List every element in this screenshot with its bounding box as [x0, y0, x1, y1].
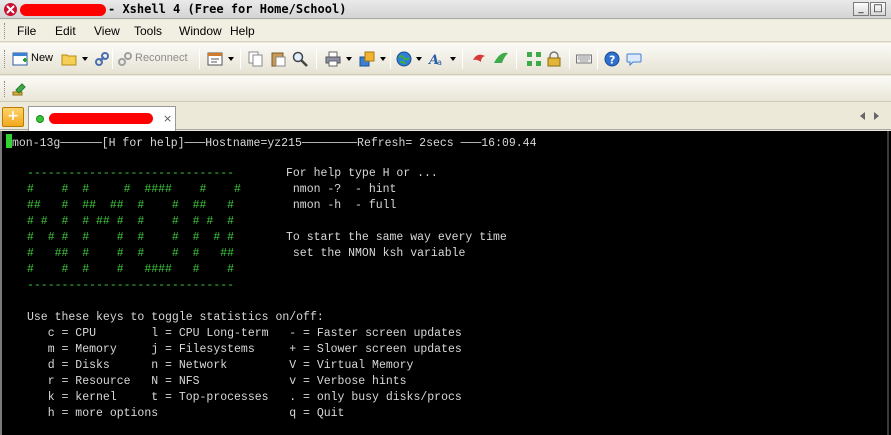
- session-tab[interactable]: ×: [28, 106, 176, 131]
- globe-icon[interactable]: [396, 51, 412, 67]
- new-button[interactable]: New: [31, 52, 53, 64]
- nmon-header-text: mon-13g──────[H for help]───Hostname=yz2…: [12, 137, 537, 150]
- minimize-button[interactable]: _: [853, 2, 869, 16]
- banner-line: # ## # # # # # ##: [27, 247, 235, 260]
- reconnect-icon: [118, 52, 132, 66]
- xshell-window: - Xshell 4 (Free for Home/School) _ □ Fi…: [0, 0, 891, 435]
- transfer-icon[interactable]: [359, 51, 375, 67]
- open-dropdown-caret[interactable]: [82, 57, 88, 61]
- banner-line: # # # # #### # #: [27, 183, 241, 196]
- key-row: d = Disks n = Network V = Virtual Memory: [27, 359, 414, 372]
- keys-title: Use these keys to toggle statistics on/o…: [27, 311, 324, 324]
- quick-command-bar: [0, 76, 891, 102]
- properties-icon[interactable]: [207, 51, 223, 67]
- nmon-header: mon-13g──────[H for help]───Hostname=yz2…: [6, 134, 537, 150]
- open-folder-icon[interactable]: [61, 51, 77, 67]
- toolbar-separator: [390, 49, 391, 69]
- toolbar-separator: [199, 49, 200, 69]
- banner-rule-top: ------------------------------: [27, 167, 235, 180]
- chat-bubble-icon[interactable]: [626, 51, 642, 67]
- svg-text:a: a: [437, 58, 442, 67]
- session-tab-bar: + ×: [0, 103, 891, 131]
- reconnect-button[interactable]: Reconnect: [135, 52, 188, 64]
- banner-line: # # # # # # # # # #: [27, 231, 235, 244]
- toolbar-separator: [516, 49, 517, 69]
- xftp-icon[interactable]: [471, 51, 487, 67]
- transfer-dropdown-caret[interactable]: [380, 57, 386, 61]
- banner-line: # # # # ## # # # # # #: [27, 215, 235, 228]
- connected-status-icon: [36, 115, 44, 123]
- menu-edit[interactable]: Edit: [55, 24, 76, 38]
- help-line: nmon -? - hint: [286, 183, 397, 196]
- terminal-scrollbar[interactable]: [887, 131, 889, 435]
- compose-icon[interactable]: [493, 51, 509, 67]
- print-dropdown-caret[interactable]: [346, 57, 352, 61]
- keyboard-icon[interactable]: [576, 51, 592, 67]
- font-dropdown-caret[interactable]: [450, 57, 456, 61]
- menu-bar: File Edit View Tools Window Help: [0, 20, 891, 42]
- menu-file[interactable]: File: [17, 24, 36, 38]
- tab-scroll-right-icon[interactable]: [874, 112, 879, 120]
- menu-help[interactable]: Help: [230, 24, 255, 38]
- toolbar-separator: [462, 49, 463, 69]
- toolbar-separator: [112, 49, 113, 69]
- toolbar-separator: [240, 49, 241, 69]
- redacted-tab-title: [49, 113, 153, 124]
- banner-line: ## # ## ## # # ## #: [27, 199, 235, 212]
- fullscreen-icon[interactable]: [526, 51, 542, 67]
- globe-dropdown-caret[interactable]: [416, 57, 422, 61]
- paste-icon[interactable]: [270, 51, 286, 67]
- banner-line: # # # # #### # #: [27, 263, 235, 276]
- help-line: For help type H or ...: [286, 167, 438, 180]
- key-row: m = Memory j = Filesystems + = Slower sc…: [27, 343, 462, 356]
- menu-tools[interactable]: Tools: [134, 24, 162, 38]
- help-icon[interactable]: ?: [604, 51, 620, 67]
- redacted-session-name: [20, 4, 106, 16]
- tab-scroll-left-icon[interactable]: [860, 112, 865, 120]
- add-tab-button[interactable]: +: [2, 107, 24, 127]
- toolbar-separator: [569, 49, 570, 69]
- title-bar: - Xshell 4 (Free for Home/School) _ □: [0, 0, 891, 19]
- key-row: c = CPU l = CPU Long-term - = Faster scr…: [27, 327, 462, 340]
- bar-grip: [4, 81, 7, 97]
- font-icon[interactable]: A a: [428, 51, 444, 67]
- svg-text:?: ?: [609, 54, 615, 67]
- new-session-icon[interactable]: [12, 51, 28, 67]
- menu-view[interactable]: View: [94, 24, 120, 38]
- xshell-app-icon: [4, 3, 17, 16]
- toolbar-separator: [316, 49, 317, 69]
- properties-dropdown-caret[interactable]: [228, 57, 234, 61]
- key-row: r = Resource N = NFS v = Verbose hints: [27, 375, 407, 388]
- terminal-area[interactable]: mon-13g──────[H for help]───Hostname=yz2…: [0, 131, 891, 435]
- print-icon[interactable]: [325, 51, 341, 67]
- copy-icon[interactable]: [248, 51, 264, 67]
- menubar-grip: [4, 23, 7, 39]
- connect-link-icon[interactable]: [94, 51, 110, 67]
- send-command-icon[interactable]: [12, 81, 28, 97]
- banner-rule-bottom: ------------------------------: [27, 279, 235, 292]
- help-line: set the NMON ksh variable: [286, 247, 466, 260]
- find-icon[interactable]: [292, 51, 308, 67]
- main-toolbar: New Reconnect A a ?: [0, 43, 891, 75]
- toolbar-grip: [4, 50, 7, 68]
- window-title: - Xshell 4 (Free for Home/School): [108, 2, 347, 16]
- help-line: nmon -h - full: [286, 199, 397, 212]
- tab-close-icon[interactable]: ×: [163, 112, 172, 125]
- lock-icon[interactable]: [546, 51, 562, 67]
- key-row: h = more options q = Quit: [27, 407, 345, 420]
- key-row: k = kernel t = Top-processes . = only bu…: [27, 391, 462, 404]
- maximize-button[interactable]: □: [870, 2, 886, 16]
- help-line: To start the same way every time: [286, 231, 507, 244]
- menu-window[interactable]: Window: [179, 24, 222, 38]
- toolbar-separator: [597, 49, 598, 69]
